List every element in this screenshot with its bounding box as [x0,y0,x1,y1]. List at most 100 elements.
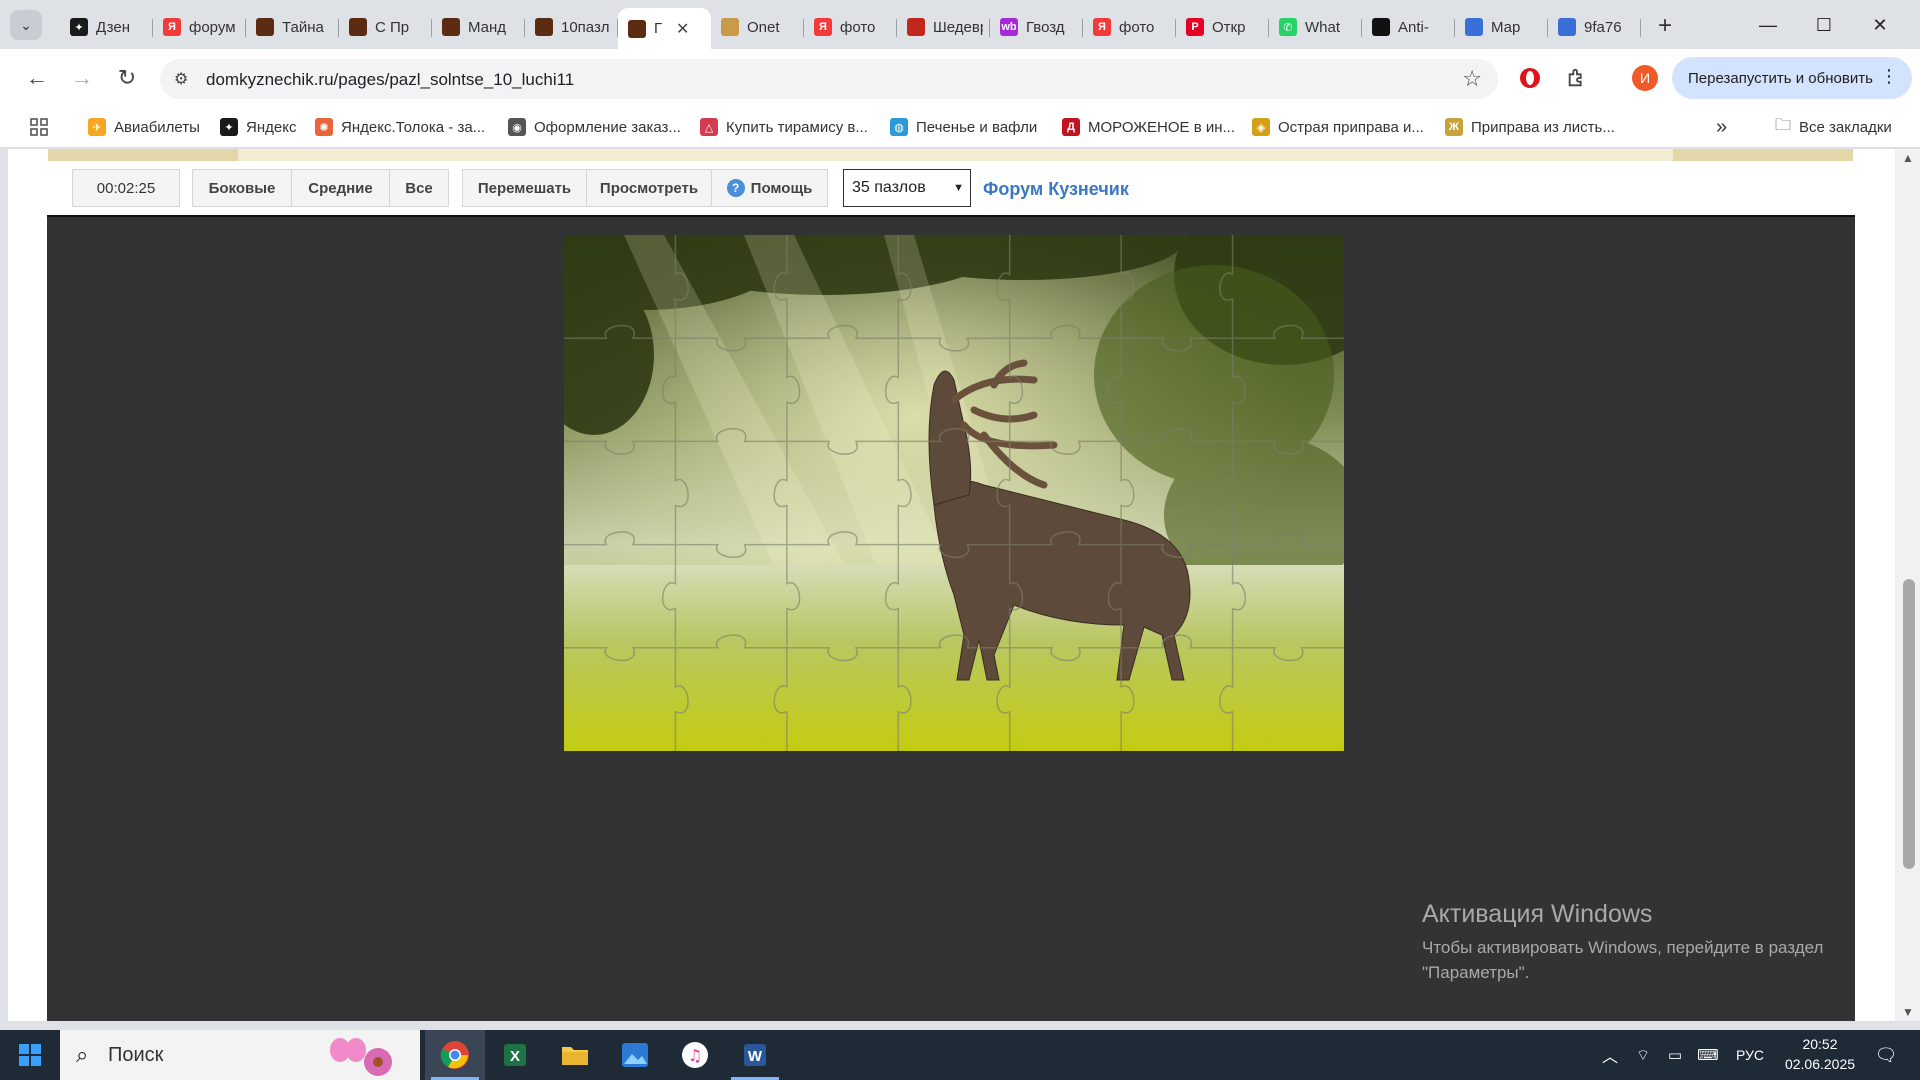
tab-search-button[interactable]: ⌄ [10,10,42,40]
bookmark-item[interactable]: ◍ Печенье и вафли [890,115,1037,139]
tab[interactable]: Anti- [1362,10,1455,44]
more-bookmarks-button[interactable]: » [1716,115,1727,139]
tray-chevron-icon[interactable]: ︿ [1595,1030,1625,1080]
bookmark-label: Печенье и вафли [916,118,1038,136]
minimize-button[interactable]: — [1740,8,1796,42]
tab-favicon-icon [349,18,367,36]
tab[interactable]: 9fa76 [1548,10,1641,44]
bookmark-item[interactable]: ✈ Авиабилеты [88,115,200,139]
help-button[interactable]: ? Помощь [711,169,828,207]
taskbar-search[interactable]: ⌕ Поиск [60,1030,420,1080]
windows-activation-watermark: Активация Windows Чтобы активировать Win… [1422,900,1823,985]
forum-link[interactable]: Форум Кузнечик [983,179,1129,200]
scroll-down-icon[interactable]: ▼ [1902,1005,1914,1019]
folder-icon: 🗀 [1775,116,1792,134]
taskbar-word[interactable]: W [725,1030,785,1080]
tab[interactable]: Яфото [1083,10,1176,44]
svg-text:X: X [510,1048,520,1065]
bookmark-label: Купить тирамису в... [726,118,868,136]
tab-favicon-icon: Я [1093,18,1111,36]
side-pieces-button[interactable]: Боковые [192,169,292,207]
tab-active[interactable]: Г ✕ [618,8,711,49]
language-indicator[interactable]: РУС [1730,1030,1770,1080]
puzzle-image[interactable] [564,235,1344,751]
page-scrollbar[interactable]: ▲ ▼ [1895,149,1920,1021]
shuffle-button[interactable]: Перемешать [462,169,587,207]
tab[interactable]: P Откр [1176,10,1269,44]
close-window-button[interactable]: ✕ [1852,8,1908,42]
tab[interactable]: 10пазл [525,10,618,44]
all-pieces-button[interactable]: Все [389,169,449,207]
bookmark-star-icon[interactable]: ☆ [1462,66,1482,92]
bookmarks-bar: ✈ Авиабилеты ✦ Яндекс ✺ Яндекс.Толока - за...… [0,107,1920,148]
pieces-count-select[interactable]: 35 пазлов ▼ [843,169,971,207]
bookmark-item[interactable]: ◈ Острая приправа и... [1252,115,1424,139]
bookmark-item[interactable]: ◉ Оформление заказ... [508,115,681,139]
windows-logo-icon [19,1044,41,1066]
bookmark-label: Оформление заказ... [534,118,681,136]
notifications-icon[interactable]: 🗨 [1866,1030,1906,1080]
taskbar-itunes[interactable]: ♫ [665,1030,725,1080]
search-placeholder: Поиск [108,1043,164,1066]
taskbar-clock[interactable]: 20:52 02.06.2025 [1770,1034,1870,1074]
scroll-up-icon[interactable]: ▲ [1902,151,1914,165]
svg-text:W: W [748,1048,763,1065]
opera-extension-icon[interactable] [1515,63,1545,93]
maximize-button[interactable]: ☐ [1796,8,1852,42]
bookmark-item[interactable]: △ Купить тирамису в... [700,115,868,139]
bookmark-favicon-icon: △ [700,118,718,136]
scrollbar-thumb[interactable] [1903,579,1915,869]
new-tab-button[interactable]: + [1647,8,1683,44]
search-icon: ⌕ [76,1042,89,1067]
profile-avatar[interactable]: И [1630,63,1660,93]
site-settings-icon[interactable]: ⚙ [174,69,188,89]
bookmark-label: Яндекс [246,118,297,136]
tab-favicon-icon: ✦ [70,18,88,36]
keyboard-icon[interactable]: ⌨ [1690,1030,1726,1080]
forward-button[interactable]: → [67,63,97,93]
bookmark-item[interactable]: Ж Приправа из листь... [1445,115,1615,139]
tab[interactable]: Мар [1455,10,1548,44]
all-bookmarks-folder[interactable]: 🗀 Все закладки [1775,115,1892,139]
tab[interactable]: Яфото [804,10,897,44]
start-button[interactable] [0,1030,60,1080]
more-vert-icon[interactable]: ⋮ [1880,66,1898,87]
excel-icon: X [504,1044,526,1066]
page-viewport: 00:02:25 Боковые Средние Все Перемешать … [8,149,1920,1021]
extensions-puzzle-icon[interactable] [1562,63,1592,93]
reload-button[interactable]: ↻ [112,63,142,93]
taskbar-excel[interactable]: X [485,1030,545,1080]
pieces-selected-value: 35 пазлов [852,179,926,196]
bookmark-item[interactable]: ✦ Яндекс [220,115,296,139]
tab[interactable]: Манд [432,10,525,44]
bookmark-label: Приправа из листь... [1471,118,1615,136]
bookmark-item[interactable]: ✺ Яндекс.Толока - за... [315,115,485,139]
battery-icon[interactable]: ▭ [1660,1030,1690,1080]
tab[interactable]: Тайна [246,10,339,44]
browser-toolbar: ← → ↻ ⚙ domkyznechik.ru/pages/pazl_solnt… [0,49,1920,107]
close-tab-icon[interactable]: ✕ [676,19,689,39]
taskbar-explorer[interactable] [545,1030,605,1080]
bookmark-item[interactable]: Д МОРОЖЕНОЕ в ин... [1062,115,1235,139]
tab-title: Мар [1491,18,1521,36]
close-icon: ✕ [1872,14,1888,35]
tab[interactable]: ✆ What [1269,10,1362,44]
tab[interactable]: ✦ Дзен [60,10,153,44]
back-button[interactable]: ← [22,63,52,93]
tab[interactable]: Onet [711,10,804,44]
url-text: domkyznechik.ru/pages/pazl_solntse_10_lu… [206,70,575,89]
restart-update-button[interactable]: Перезапустить и обновить ⋮ [1672,57,1912,99]
tab[interactable]: Шедевр [897,10,990,44]
tab-strip: ⌄ ✦ Дзен Яфорум Тайна С Пр Манд 10пазл Г ✕ Onet Яф… [0,0,1920,49]
tab[interactable]: Яфорум [153,10,246,44]
apps-grid-icon[interactable] [30,115,48,139]
tab[interactable]: С Пр [339,10,432,44]
network-icon[interactable]: ⌔ [1628,1030,1658,1080]
taskbar-chrome[interactable] [425,1030,485,1080]
address-bar[interactable]: ⚙ domkyznechik.ru/pages/pazl_solntse_10_… [160,59,1498,99]
taskbar-photos[interactable] [605,1030,665,1080]
tab-title: Г [654,20,663,37]
tab[interactable]: wb Гвозд [990,10,1083,44]
preview-button[interactable]: Просмотреть [586,169,712,207]
middle-pieces-button[interactable]: Средние [291,169,390,207]
